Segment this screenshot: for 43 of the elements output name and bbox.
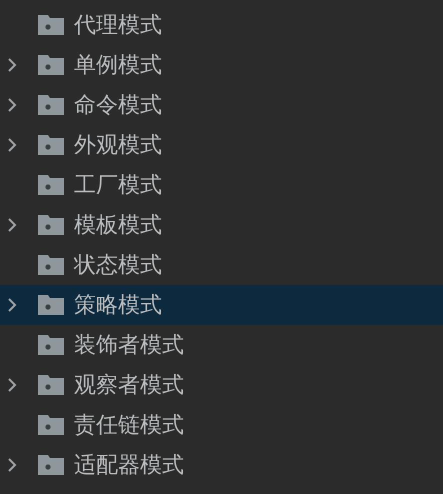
folder-name: 模板模式 xyxy=(74,212,162,240)
tree-item[interactable]: 代理模式 xyxy=(0,5,443,45)
folder-icon xyxy=(38,175,64,195)
folder-icon xyxy=(38,15,64,35)
folder-icon xyxy=(38,95,64,115)
folder-icon xyxy=(38,135,64,155)
tree-item[interactable]: 模板模式 xyxy=(0,205,443,245)
chevron-icon[interactable] xyxy=(6,97,18,113)
chevron-icon[interactable] xyxy=(6,377,18,393)
tree-item[interactable]: 适配器模式 xyxy=(0,445,443,485)
folder-name: 命令模式 xyxy=(74,92,162,120)
tree-item[interactable]: 策略模式 xyxy=(0,285,443,325)
folder-name: 工厂模式 xyxy=(74,172,162,200)
folder-name: 装饰者模式 xyxy=(74,332,184,360)
folder-name: 策略模式 xyxy=(74,292,162,320)
chevron-icon[interactable] xyxy=(6,217,18,233)
tree-item[interactable]: 单例模式 xyxy=(0,45,443,85)
folder-name: 观察者模式 xyxy=(74,372,184,400)
folder-icon xyxy=(38,335,64,355)
tree-item[interactable]: 命令模式 xyxy=(0,85,443,125)
folder-name: 适配器模式 xyxy=(74,452,184,480)
folder-icon xyxy=(38,55,64,75)
folder-name: 外观模式 xyxy=(74,132,162,160)
folder-icon xyxy=(38,255,64,275)
folder-name: 单例模式 xyxy=(74,52,162,80)
chevron-icon[interactable] xyxy=(6,457,18,473)
folder-icon xyxy=(38,295,64,315)
tree-item[interactable]: 工厂模式 xyxy=(0,165,443,205)
folder-icon xyxy=(38,455,64,475)
folder-icon xyxy=(38,415,64,435)
folder-icon xyxy=(38,375,64,395)
tree-item[interactable]: 观察者模式 xyxy=(0,365,443,405)
folder-name: 代理模式 xyxy=(74,12,162,40)
folder-name: 状态模式 xyxy=(74,252,162,280)
tree-item[interactable]: 外观模式 xyxy=(0,125,443,165)
chevron-icon[interactable] xyxy=(6,137,18,153)
tree-item[interactable]: 装饰者模式 xyxy=(0,325,443,365)
tree-item[interactable]: 责任链模式 xyxy=(0,405,443,445)
chevron-icon[interactable] xyxy=(6,57,18,73)
folder-name: 责任链模式 xyxy=(74,412,184,440)
chevron-icon[interactable] xyxy=(6,297,18,313)
tree-item[interactable]: 状态模式 xyxy=(0,245,443,285)
folder-icon xyxy=(38,215,64,235)
